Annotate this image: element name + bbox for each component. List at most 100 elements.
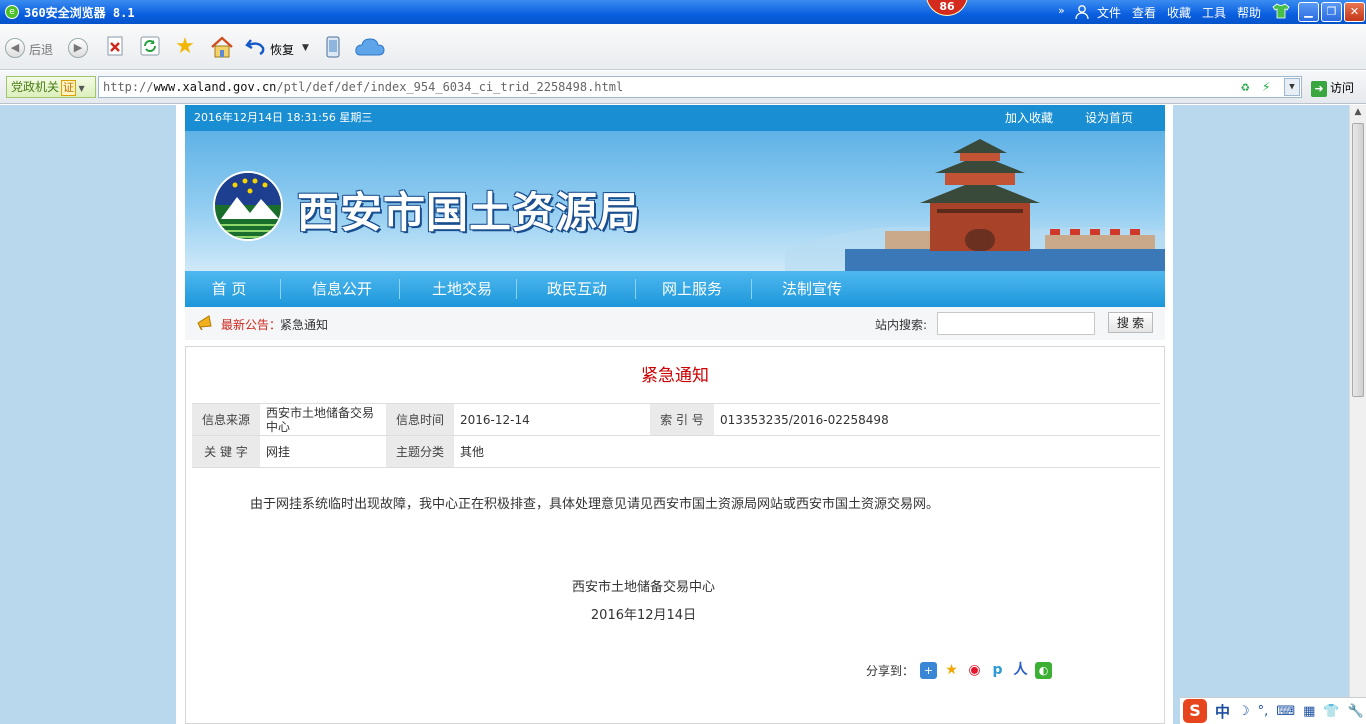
minimize-button[interactable]: ▁ xyxy=(1298,2,1319,22)
notification-badge[interactable]: 86 xyxy=(926,0,968,16)
user-icon[interactable] xyxy=(1074,4,1090,23)
article-meta-table: 信息来源 西安市土地储备交易中心 信息时间 2016-12-14 索 引 号 0… xyxy=(192,403,1160,468)
sogou-logo-icon[interactable]: S xyxy=(1183,699,1207,723)
meta-time-value: 2016-12-14 xyxy=(454,403,650,436)
menu-help[interactable]: 帮助 xyxy=(1237,4,1261,21)
add-favorite-link[interactable]: 加入收藏 xyxy=(1005,105,1053,131)
meta-index-label: 索 引 号 xyxy=(650,403,714,436)
menu-favorites[interactable]: 收藏 xyxy=(1167,4,1191,21)
skin-shirt-icon[interactable] xyxy=(1272,3,1290,22)
stop-icon[interactable] xyxy=(104,36,126,58)
nav-divider xyxy=(751,279,752,299)
meta-topic-value: 其他 xyxy=(454,435,650,468)
nav-home[interactable]: 首 页 xyxy=(193,271,265,307)
menu-view[interactable]: 查看 xyxy=(1132,4,1156,21)
article-sign-date: 2016年12月14日 xyxy=(590,608,697,623)
meta-time-label: 信息时间 xyxy=(386,403,454,436)
meta-topic-label: 主题分类 xyxy=(386,435,454,468)
undo-restore-icon[interactable] xyxy=(245,36,267,58)
notice-link[interactable]: 紧急通知 xyxy=(280,316,328,333)
meta-keyword-label: 关 键 字 xyxy=(192,435,260,468)
menu-tools[interactable]: 工具 xyxy=(1202,4,1226,21)
meta-empty-cell xyxy=(714,435,1160,468)
share-bar: 分享到： + ★ ◉ p 人 ◐ xyxy=(866,662,1053,679)
moon-icon[interactable]: ☽ xyxy=(1238,704,1250,719)
browser-toolbar: ◀ 后退 ▶ ★ 恢复 ▼ xyxy=(0,24,1366,70)
meta-keyword-value: 网挂 xyxy=(260,435,386,468)
url-path: /ptl/def/def/index_954_6034_ci_trid_2258… xyxy=(276,80,624,94)
cloud-icon[interactable] xyxy=(354,36,386,58)
restore-dropdown-icon[interactable]: ▼ xyxy=(302,43,309,53)
url-dropdown-icon[interactable]: ▼ xyxy=(1284,78,1300,96)
nav-divider xyxy=(399,279,400,299)
nav-online-service[interactable]: 网上服务 xyxy=(650,271,734,307)
site-emblem-icon xyxy=(213,171,283,241)
site-banner: 西安市国土资源局 xyxy=(185,131,1165,271)
wrench-icon[interactable]: 🔧 xyxy=(1348,704,1364,719)
search-label: 站内搜索: xyxy=(875,318,928,332)
menu-file[interactable]: 文件 xyxy=(1097,4,1121,21)
share-plus-icon[interactable]: + xyxy=(920,662,938,679)
expand-chevron-icon[interactable]: » xyxy=(1058,4,1065,17)
bell-tower-icon xyxy=(920,139,1040,251)
scroll-thumb[interactable] xyxy=(1352,123,1364,397)
nav-land-trade[interactable]: 土地交易 xyxy=(420,271,504,307)
site-datetime: 2016年12月14日 18:31:56 星期三 xyxy=(194,111,373,124)
punctuation-icon[interactable]: °, xyxy=(1258,704,1269,719)
nav-law[interactable]: 法制宣传 xyxy=(770,271,854,307)
notice-horn-icon xyxy=(196,314,214,333)
url-input[interactable]: http://www.xaland.gov.cn/ptl/def/def/ind… xyxy=(98,76,1302,98)
browser-logo-icon: e xyxy=(5,5,19,19)
back-button[interactable]: 后退 xyxy=(29,41,53,58)
address-bar: 党政机关证 ▼ http://www.xaland.gov.cn/ptl/def… xyxy=(0,71,1366,104)
article-panel: 紧急通知 信息来源 西安市土地储备交易中心 信息时间 2016-12-14 索 … xyxy=(185,346,1165,724)
favorites-star-icon[interactable]: ★ xyxy=(174,36,196,58)
visit-button[interactable]: ➜ 访问 xyxy=(1311,79,1354,97)
nav-info-open[interactable]: 信息公开 xyxy=(300,271,384,307)
close-button[interactable]: ✕ xyxy=(1344,2,1365,22)
share-wechat-icon[interactable]: ◐ xyxy=(1035,662,1053,679)
share-qzone-star-icon[interactable]: ★ xyxy=(943,662,961,679)
site-top-strip: 2016年12月14日 18:31:56 星期三 加入收藏 设为首页 xyxy=(185,105,1165,131)
article-sign-org: 西安市土地储备交易中心 xyxy=(571,580,715,595)
certificate-icon: 证 xyxy=(61,80,77,96)
gov-tag-label: 党政机关 xyxy=(11,80,60,94)
scroll-up-icon[interactable]: ▲ xyxy=(1352,107,1364,119)
share-tencent-weibo-icon[interactable]: p xyxy=(989,662,1007,679)
set-home-link[interactable]: 设为首页 xyxy=(1085,105,1133,131)
gov-site-tag[interactable]: 党政机关证 ▼ xyxy=(6,76,96,98)
meta-source-label: 信息来源 xyxy=(192,403,260,436)
forward-arrow-icon[interactable]: ▶ xyxy=(68,38,88,58)
notice-bar: 最新公告： 紧急通知 站内搜索: 搜 索 xyxy=(185,307,1165,340)
article-title: 紧急通知 xyxy=(641,366,709,386)
page-viewport: 2016年12月14日 18:31:56 星期三 加入收藏 设为首页 西安市国土… xyxy=(0,105,1349,724)
ime-toolbar: S 中 ☽ °, ⌨ ▦ 👕 🔧 xyxy=(1180,697,1366,724)
vertical-scrollbar[interactable]: ▲ xyxy=(1349,105,1366,724)
settings-grid-icon[interactable]: ▦ xyxy=(1303,704,1315,719)
share-weibo-icon[interactable]: ◉ xyxy=(966,662,984,679)
table-row: 关 键 字 网挂 主题分类 其他 xyxy=(192,435,1160,468)
keyboard-icon[interactable]: ⌨ xyxy=(1276,704,1295,719)
ime-mode-toggle[interactable]: 中 xyxy=(1215,701,1230,722)
refresh-icon[interactable] xyxy=(139,36,161,58)
skin-shirt-icon[interactable]: 👕 xyxy=(1323,704,1339,719)
security-recycle-icon[interactable]: ♻ xyxy=(1241,77,1249,97)
home-icon[interactable] xyxy=(210,36,233,58)
mobile-phone-icon[interactable] xyxy=(322,36,344,58)
site-search-button[interactable]: 搜 索 xyxy=(1108,312,1153,333)
restore-button[interactable]: ❐ xyxy=(1321,2,1342,22)
browser-title: 360安全浏览器 8.1 xyxy=(24,6,135,20)
meta-index-value: 013353235/2016-02258498 xyxy=(714,403,1160,436)
url-scheme: http:// xyxy=(103,80,154,94)
back-arrow-icon[interactable]: ◀ xyxy=(5,38,25,58)
browser-titlebar: e 360安全浏览器 8.1 86 » 文件 查看 收藏 工具 帮助 ▁ ❐ ✕ xyxy=(0,0,1366,24)
site-nav: 首 页 信息公开 土地交易 政民互动 网上服务 法制宣传 xyxy=(185,271,1165,307)
visit-label: 访问 xyxy=(1330,81,1355,95)
lightning-speed-icon[interactable]: ⚡ xyxy=(1262,77,1270,97)
nav-divider xyxy=(516,279,517,299)
restore-label[interactable]: 恢复 xyxy=(270,41,294,58)
nav-interaction[interactable]: 政民互动 xyxy=(535,271,619,307)
nav-divider xyxy=(635,279,636,299)
share-renren-icon[interactable]: 人 xyxy=(1012,662,1030,679)
site-search-input[interactable] xyxy=(937,312,1095,335)
